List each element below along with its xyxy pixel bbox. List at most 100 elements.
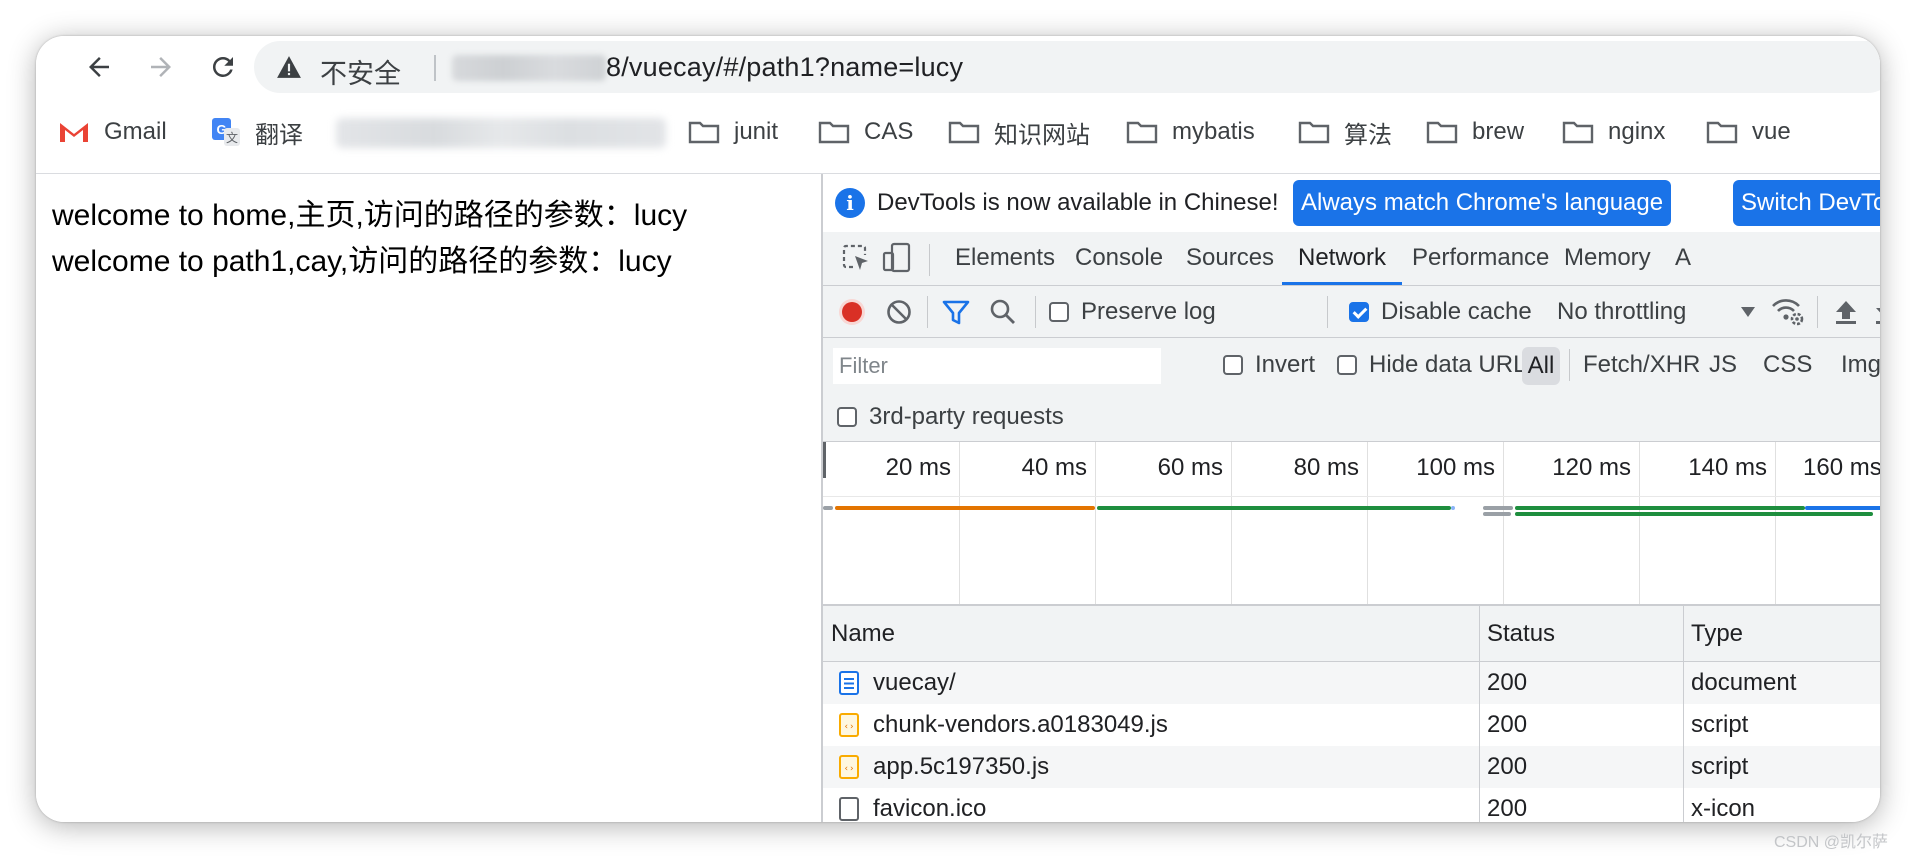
network-request-table: Name Status Type vuecay/ 200 document ‹›… <box>823 606 1880 822</box>
bookmark-folder-nginx[interactable]: nginx <box>1562 115 1665 149</box>
always-match-language-button[interactable]: Always match Chrome's language <box>1293 180 1672 226</box>
reload-button[interactable] <box>204 48 242 86</box>
filter-type-css[interactable]: CSS <box>1763 338 1812 392</box>
browser-toolbar: 不安全 8/vuecay/#/path1?name=lucy <box>36 36 1880 96</box>
tab-memory[interactable]: Memory <box>1564 232 1651 285</box>
tick-label: 120 ms <box>1552 454 1631 481</box>
bookmark-folder-mybatis[interactable]: mybatis <box>1126 115 1255 149</box>
bookmark-folder-algorithm[interactable]: 算法 <box>1298 115 1392 149</box>
folder-icon <box>818 121 850 144</box>
device-toolbar-button[interactable] <box>881 242 913 279</box>
tab-network[interactable]: Network <box>1282 232 1403 285</box>
filter-type-js[interactable]: JS <box>1709 338 1737 392</box>
document-icon <box>839 671 859 695</box>
timeline-bar-app-queue-2 <box>1483 512 1511 516</box>
checkbox-unchecked[interactable] <box>1337 355 1357 375</box>
checkbox-unchecked[interactable] <box>1223 355 1243 375</box>
bookmark-folder-knowledge[interactable]: 知识网站 <box>948 115 1090 149</box>
wifi-settings-icon <box>1772 299 1804 326</box>
tab-sources[interactable]: Sources <box>1186 232 1274 285</box>
column-header-status[interactable]: Status <box>1487 606 1555 662</box>
checkbox-unchecked[interactable] <box>1049 302 1069 322</box>
folder-icon <box>1706 121 1738 144</box>
url-text[interactable]: 8/vuecay/#/path1?name=lucy <box>606 52 963 83</box>
import-har-button[interactable] <box>1833 286 1859 338</box>
bookmark-translate[interactable]: G文 翻译 <box>211 115 303 149</box>
tab-more[interactable]: A <box>1675 232 1691 285</box>
toolbar-separator <box>1327 296 1328 328</box>
timeline-gridline <box>1095 442 1096 604</box>
checkbox-checked[interactable] <box>1349 302 1369 322</box>
filter-input[interactable]: Filter <box>833 348 1161 384</box>
cell-type: script <box>1691 711 1749 738</box>
bookmark-label: CAS <box>864 118 914 145</box>
column-divider[interactable] <box>1683 606 1684 822</box>
devtools-panel: i DevTools is now available in Chinese! … <box>821 174 1880 822</box>
switch-devtools-button[interactable]: Switch DevTools <box>1733 180 1880 226</box>
filter-toggle-button[interactable] <box>941 286 971 338</box>
bookmark-folder-vue[interactable]: vue <box>1706 115 1791 149</box>
table-row[interactable]: ‹› app.5c197350.js 200 script <box>823 746 1880 788</box>
watermark: CSDN @凯尔萨 <box>1773 834 1888 851</box>
infobar-text: DevTools is now available in Chinese! <box>877 189 1279 216</box>
column-divider[interactable] <box>1479 606 1480 822</box>
tab-performance[interactable]: Performance <box>1412 232 1549 285</box>
hide-data-urls-checkbox[interactable]: Hide data URLs <box>1337 338 1538 392</box>
clear-button[interactable] <box>885 286 913 338</box>
toolbar-separator <box>927 296 928 328</box>
inspect-element-button[interactable] <box>841 243 871 278</box>
export-har-button[interactable] <box>1873 286 1880 338</box>
translate-icon: G文 <box>212 118 240 146</box>
tab-console[interactable]: Console <box>1075 232 1163 285</box>
filter-type-fetch-xhr[interactable]: Fetch/XHR <box>1583 338 1700 392</box>
bookmark-gmail[interactable]: Gmail <box>58 115 167 149</box>
timeline-bar-vuecay-queue <box>823 506 833 510</box>
address-bar[interactable]: 不安全 8/vuecay/#/path1?name=lucy <box>254 41 1880 93</box>
back-button[interactable] <box>80 48 118 86</box>
table-row[interactable]: ‹› chunk-vendors.a0183049.js 200 script <box>823 704 1880 746</box>
column-header-name[interactable]: Name <box>831 606 895 662</box>
security-label[interactable]: 不安全 <box>320 52 401 91</box>
throttling-select[interactable]: No throttling <box>1557 286 1756 338</box>
search-button[interactable] <box>989 286 1017 338</box>
svg-text:文: 文 <box>226 130 238 145</box>
disable-cache-checkbox[interactable]: Disable cache <box>1349 286 1532 338</box>
dropdown-arrow-icon <box>1741 307 1756 317</box>
third-party-checkbox[interactable]: 3rd-party requests <box>837 392 1064 442</box>
search-icon <box>990 299 1015 324</box>
file-icon <box>839 797 859 821</box>
tick-label: 140 ms <box>1688 454 1767 481</box>
tick-label: 60 ms <box>1157 454 1223 481</box>
record-button[interactable] <box>837 286 867 338</box>
third-party-label: 3rd-party requests <box>869 403 1064 430</box>
network-conditions-button[interactable] <box>1771 286 1805 338</box>
bookmark-redacted <box>336 118 666 148</box>
invert-checkbox[interactable]: Invert <box>1223 338 1315 392</box>
filter-type-all[interactable]: All <box>1522 347 1560 385</box>
timeline-gridline <box>1367 442 1368 604</box>
filter-separator <box>1569 349 1570 381</box>
folder-icon <box>948 121 980 144</box>
cell-name: app.5c197350.js <box>873 753 1050 780</box>
bookmark-folder-brew[interactable]: brew <box>1426 115 1524 149</box>
preserve-log-checkbox[interactable]: Preserve log <box>1049 286 1216 338</box>
folder-icon <box>1426 121 1458 144</box>
bookmark-label: mybatis <box>1172 118 1255 145</box>
inspect-icon <box>842 244 868 270</box>
cell-status: 200 <box>1487 795 1528 822</box>
tab-elements[interactable]: Elements <box>955 232 1055 285</box>
bookmark-label: Gmail <box>104 118 167 145</box>
column-header-type[interactable]: Type <box>1691 606 1743 662</box>
bookmark-folder-cas[interactable]: CAS <box>818 115 913 149</box>
bookmark-folder-junit[interactable]: junit <box>688 115 778 149</box>
cell-status: 200 <box>1487 669 1528 696</box>
record-icon <box>839 299 865 325</box>
table-row[interactable]: vuecay/ 200 document <box>823 662 1880 704</box>
forward-button[interactable] <box>142 48 180 86</box>
checkbox-unchecked[interactable] <box>837 407 857 427</box>
toolbar-separator <box>1035 296 1036 328</box>
network-overview-timeline[interactable]: 20 ms 40 ms 60 ms 80 ms 100 ms 120 ms 14… <box>823 442 1880 606</box>
filter-type-img[interactable]: Img <box>1841 338 1880 392</box>
tick-label: 80 ms <box>1293 454 1359 481</box>
table-row[interactable]: favicon.ico 200 x-icon <box>823 788 1880 822</box>
